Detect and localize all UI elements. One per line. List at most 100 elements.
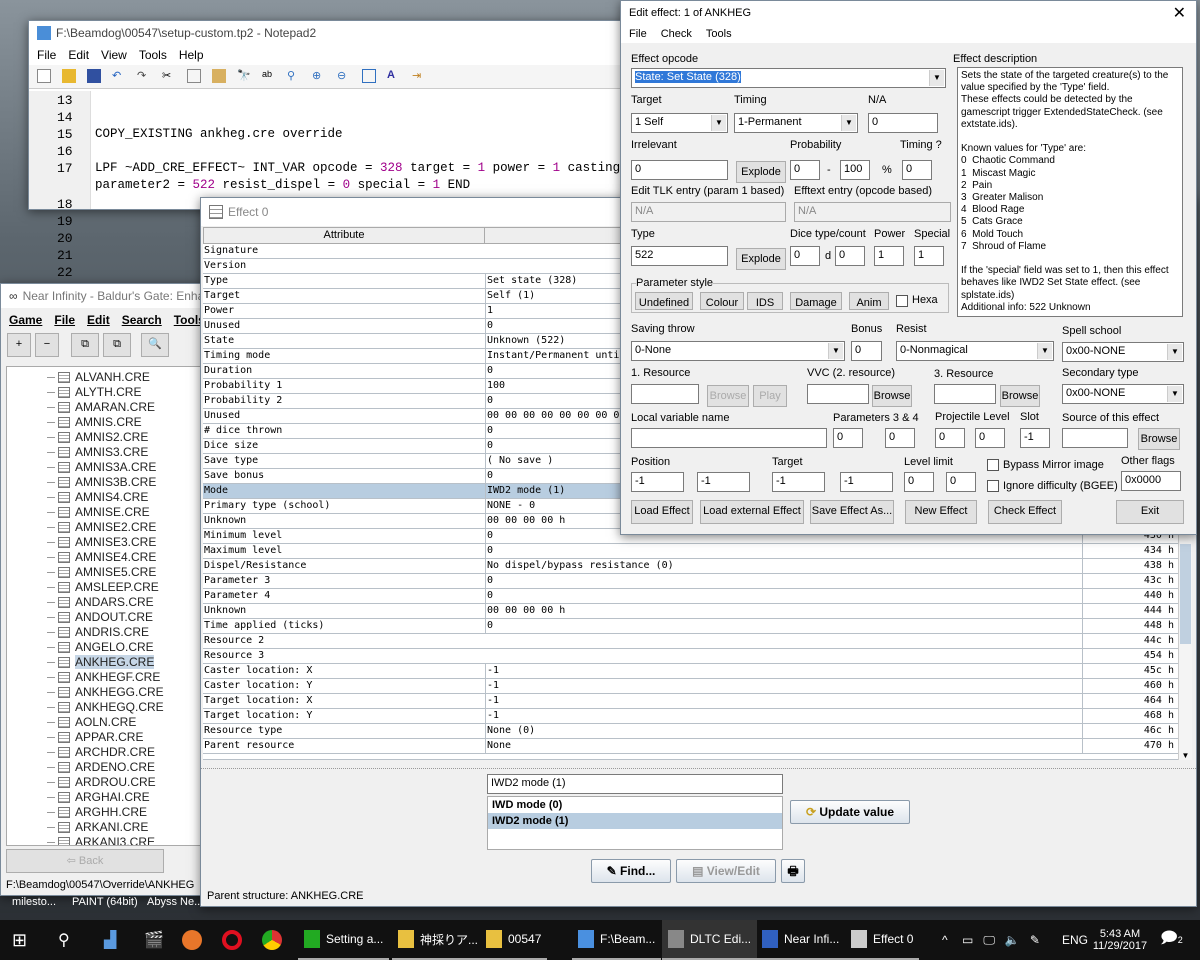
lvl-max-field[interactable]: 0	[946, 472, 976, 492]
network-icon[interactable]: 🖵	[983, 933, 995, 948]
table-row[interactable]: Parent resource None 470 h	[203, 739, 1178, 754]
battery-icon[interactable]: ▭	[962, 933, 973, 947]
exit-button[interactable]: Exit	[1116, 500, 1184, 524]
tree-item[interactable]: ANDOUT.CRE	[47, 610, 153, 625]
tree-item[interactable]: AMNIS3B.CRE	[47, 475, 156, 490]
collapse-all-button[interactable]: ⧉	[103, 333, 131, 357]
table-row-partial[interactable]	[203, 754, 1178, 760]
zoom-in-icon[interactable]: ⊕	[312, 69, 326, 83]
efftext-field[interactable]: N/A	[794, 202, 951, 222]
opcode-select[interactable]: State: Set State (328) ▼	[631, 68, 946, 88]
value-option[interactable]: IWD2 mode (1)	[488, 813, 782, 829]
start-button[interactable]: ⊞	[12, 920, 27, 960]
menu-tools[interactable]: Tools	[139, 48, 167, 62]
tree-item[interactable]: ANKHEG.CRE	[47, 655, 155, 670]
menu-file[interactable]: File	[629, 28, 647, 40]
video-editor-icon[interactable]: 🎬	[144, 920, 164, 960]
localvar-field[interactable]	[631, 428, 827, 448]
redo-icon[interactable]: ↷	[137, 69, 151, 83]
tree-item[interactable]: AMNIS2.CRE	[47, 430, 148, 445]
param-style-undefined[interactable]: Undefined	[635, 292, 693, 310]
table-row[interactable]: Maximum level 0 434 h	[203, 544, 1178, 559]
hexa-checkbox[interactable]	[896, 295, 908, 307]
tree-item[interactable]: AMNIS.CRE	[47, 415, 142, 430]
opera-icon[interactable]	[222, 920, 242, 960]
explode-type-button[interactable]: Explode	[736, 248, 786, 270]
wordwrap-icon[interactable]: ⚲	[287, 69, 301, 83]
chrome-icon[interactable]	[262, 920, 282, 960]
vvc-browse-button[interactable]: Browse	[872, 385, 912, 407]
copy-icon[interactable]	[187, 69, 201, 83]
view-edit-button[interactable]: ▤ View/Edit	[676, 859, 776, 883]
irrelevant-field[interactable]: 0	[631, 160, 728, 180]
tree-item[interactable]: AMNISE.CRE	[47, 505, 150, 520]
font-icon[interactable]: A	[387, 69, 401, 83]
expand-button[interactable]: +	[7, 333, 31, 357]
menu-game[interactable]: Game	[9, 313, 42, 327]
vvc-field[interactable]	[807, 384, 869, 404]
taskbar-item[interactable]: Setting a...	[298, 920, 390, 960]
tree-item[interactable]: AMNIS4.CRE	[47, 490, 148, 505]
value-option[interactable]: IWD mode (0)	[488, 797, 782, 813]
tree-item[interactable]: AMNIS3.CRE	[47, 445, 148, 460]
play-button[interactable]: Play	[753, 385, 787, 407]
tree-item[interactable]: AMNISE4.CRE	[47, 550, 156, 565]
exit-icon[interactable]: ⇥	[412, 69, 426, 83]
bypass-checkbox[interactable]	[987, 459, 999, 471]
chevron-down-icon[interactable]: ▼	[828, 343, 843, 359]
res1-field[interactable]	[631, 384, 699, 404]
table-row[interactable]: Resource 3 454 h	[203, 649, 1178, 664]
tgt-y-field[interactable]: -1	[840, 472, 893, 492]
tree-item[interactable]: AMNISE2.CRE	[47, 520, 156, 535]
replace-icon[interactable]: ab	[262, 69, 276, 83]
scheme-icon[interactable]	[362, 69, 376, 83]
projectile-field[interactable]: 0	[935, 428, 965, 448]
prob-min-field[interactable]: 0	[790, 160, 820, 180]
desktop-label[interactable]: PAINT (64bit)	[72, 896, 138, 908]
firefox-icon[interactable]	[182, 920, 202, 960]
menu-edit[interactable]: Edit	[87, 313, 110, 327]
check-effect-button[interactable]: Check Effect	[988, 500, 1062, 524]
taskbar-item[interactable]: F:\Beam...	[572, 920, 662, 960]
menu-edit[interactable]: Edit	[68, 48, 89, 62]
explode-button[interactable]: Explode	[736, 161, 786, 183]
type-field[interactable]: 522	[631, 246, 728, 266]
pos-y-field[interactable]: -1	[697, 472, 750, 492]
table-row[interactable]: Parameter 3 0 43c h	[203, 574, 1178, 589]
dice-count-field[interactable]: 0	[835, 246, 865, 266]
update-value-button[interactable]: ⟳ Update value	[790, 800, 910, 824]
param-style-ids[interactable]: IDS	[747, 292, 783, 310]
tree-item[interactable]: APPAR.CRE	[47, 730, 143, 745]
collapse-button[interactable]: −	[35, 333, 59, 357]
param4-field[interactable]: 0	[885, 428, 915, 448]
search-icon[interactable]: ⚲	[58, 920, 70, 960]
open-icon[interactable]	[62, 69, 76, 83]
tree-item[interactable]: AMNIS3A.CRE	[47, 460, 156, 475]
tree-item[interactable]: ALVANH.CRE	[47, 370, 150, 385]
desktop-label[interactable]: milesto...	[12, 896, 56, 908]
table-row[interactable]: Unknown 00 00 00 00 h 444 h	[203, 604, 1178, 619]
taskbar-item[interactable]: DLTC Edi...	[662, 920, 758, 960]
dice-type-field[interactable]: 0	[790, 246, 820, 266]
undo-icon[interactable]: ↶	[112, 69, 126, 83]
save-icon[interactable]	[87, 69, 101, 83]
new-icon[interactable]	[37, 69, 51, 83]
secondary-select[interactable]: 0x00-NONE ▼	[1062, 384, 1184, 404]
tree-item[interactable]: ARGHH.CRE	[47, 805, 147, 820]
action-center-icon[interactable]: 🗩 2	[1160, 920, 1183, 960]
code-editor[interactable]: 13 14 15 COPY_EXISTING ankheg.cre override 1…	[29, 91, 627, 280]
chevron-down-icon[interactable]: ▼	[711, 115, 726, 131]
lvl-min-field[interactable]: 0	[904, 472, 934, 492]
chevron-down-icon[interactable]: ▼	[841, 115, 856, 131]
tree-item[interactable]: ARKANI.CRE	[47, 820, 148, 835]
power-field[interactable]: 1	[874, 246, 904, 266]
paste-icon[interactable]	[212, 69, 226, 83]
resource-tree[interactable]: ALVANH.CRE ALYTH.CRE AMARAN.CRE AMNIS.CRE AM…	[6, 366, 206, 846]
menu-file[interactable]: File	[37, 48, 56, 62]
taskbar-item[interactable]: Effect 0	[845, 920, 920, 960]
timing2-field[interactable]: 0	[902, 160, 932, 180]
tree-item[interactable]: AMNISE5.CRE	[47, 565, 156, 580]
value-options-list[interactable]: IWD mode (0) IWD2 mode (1)	[487, 796, 783, 850]
tree-item[interactable]: ANKHEGQ.CRE	[47, 700, 164, 715]
level-field[interactable]: 0	[975, 428, 1005, 448]
